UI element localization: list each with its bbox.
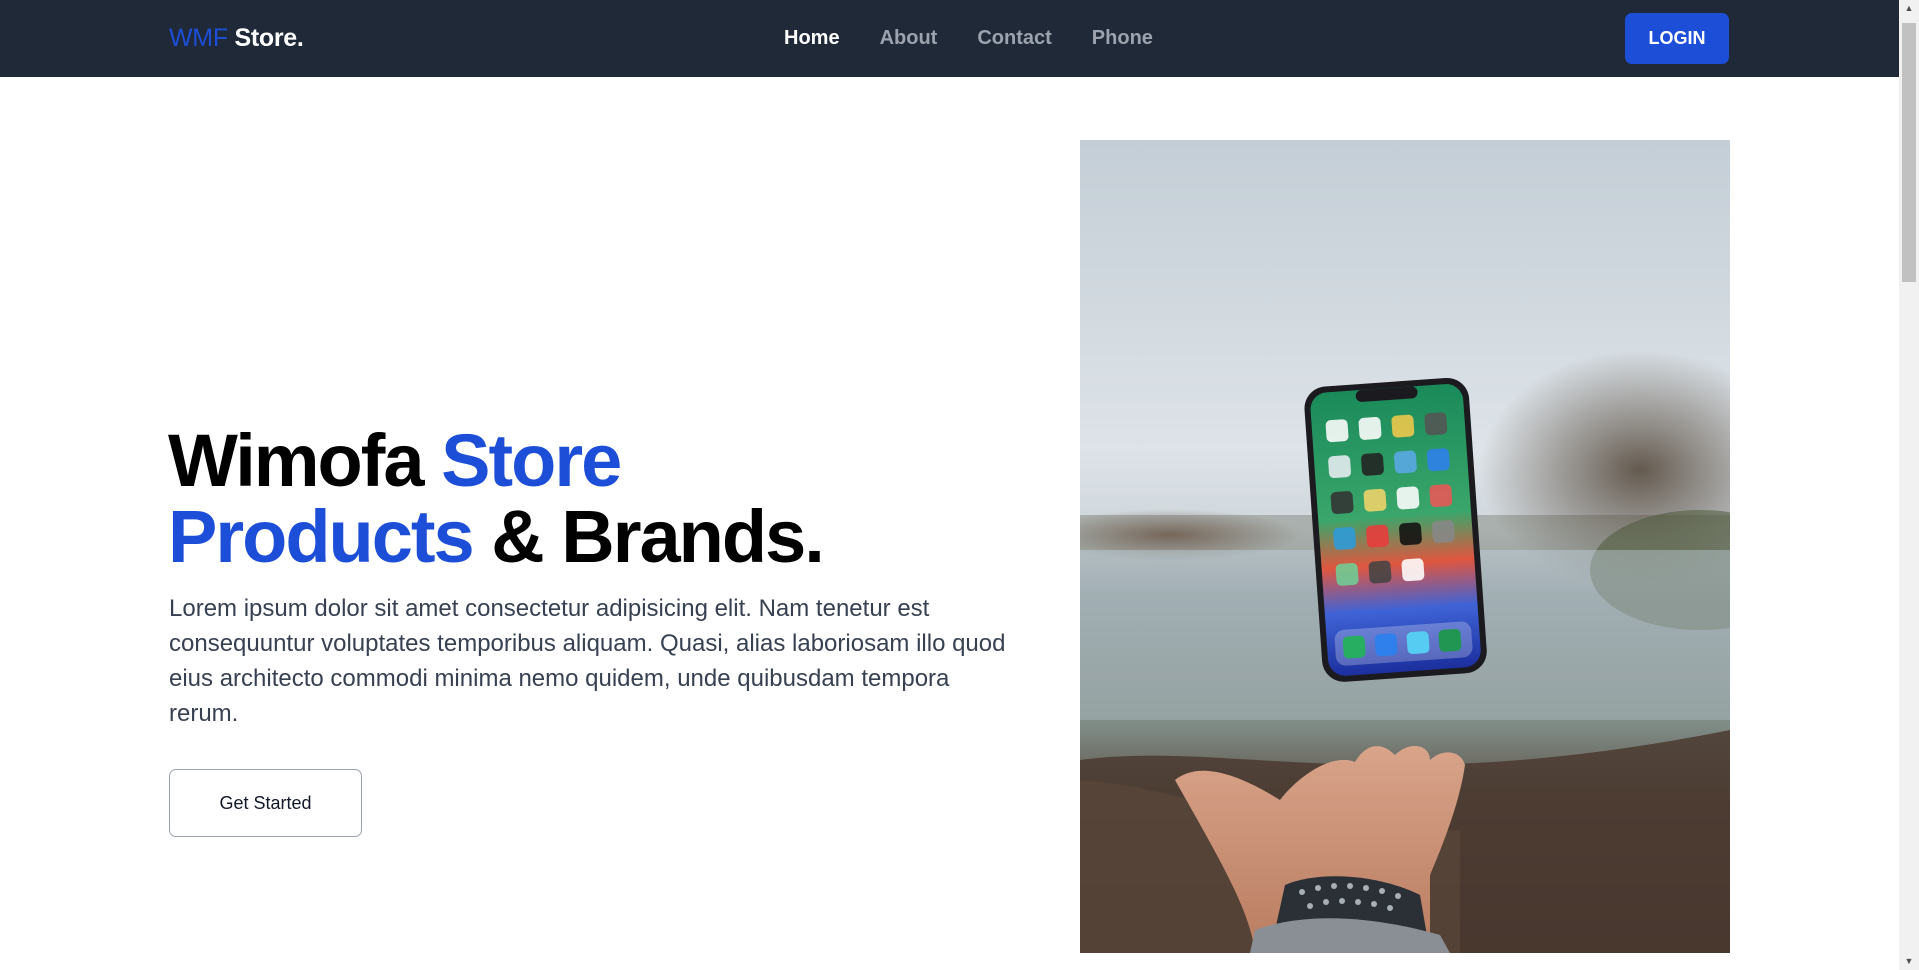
page: WMF Store. Home About Contact Phone LOGI… [0, 0, 1919, 970]
nav-link-about[interactable]: About [880, 27, 938, 50]
brand-logo-accent: WMF [169, 24, 228, 52]
nav-link-contact[interactable]: Contact [977, 27, 1051, 50]
brand-logo-text: Store. [227, 24, 304, 52]
scroll-down-arrow-icon[interactable]: ▼ [1899, 953, 1919, 970]
hero-title-part1: Wimofa [168, 419, 442, 502]
hero-title-brands: & Brands. [472, 495, 825, 578]
brand-logo[interactable]: WMF Store. [169, 24, 304, 53]
page-scrollbar[interactable]: ▲ ▼ [1899, 0, 1919, 970]
hero-image [1080, 140, 1730, 953]
get-started-button[interactable]: Get Started [169, 769, 362, 837]
hero-title: Wimofa Store Products & Brands. [168, 423, 988, 575]
hero-title-products: Products [168, 495, 475, 578]
login-button[interactable]: LOGIN [1625, 13, 1729, 64]
scrollbar-thumb[interactable] [1902, 23, 1916, 282]
nav-link-home[interactable]: Home [784, 27, 840, 50]
hero-title-store: Store [441, 419, 622, 502]
hero-description: Lorem ipsum dolor sit amet consectetur a… [169, 595, 1006, 727]
nav-link-phone[interactable]: Phone [1092, 27, 1153, 50]
scroll-up-arrow-icon[interactable]: ▲ [1899, 0, 1919, 17]
hero-photo-illustration [1080, 140, 1730, 953]
navbar: WMF Store. Home About Contact Phone LOGI… [0, 0, 1899, 77]
main-nav: Home About Contact Phone [784, 27, 1153, 50]
